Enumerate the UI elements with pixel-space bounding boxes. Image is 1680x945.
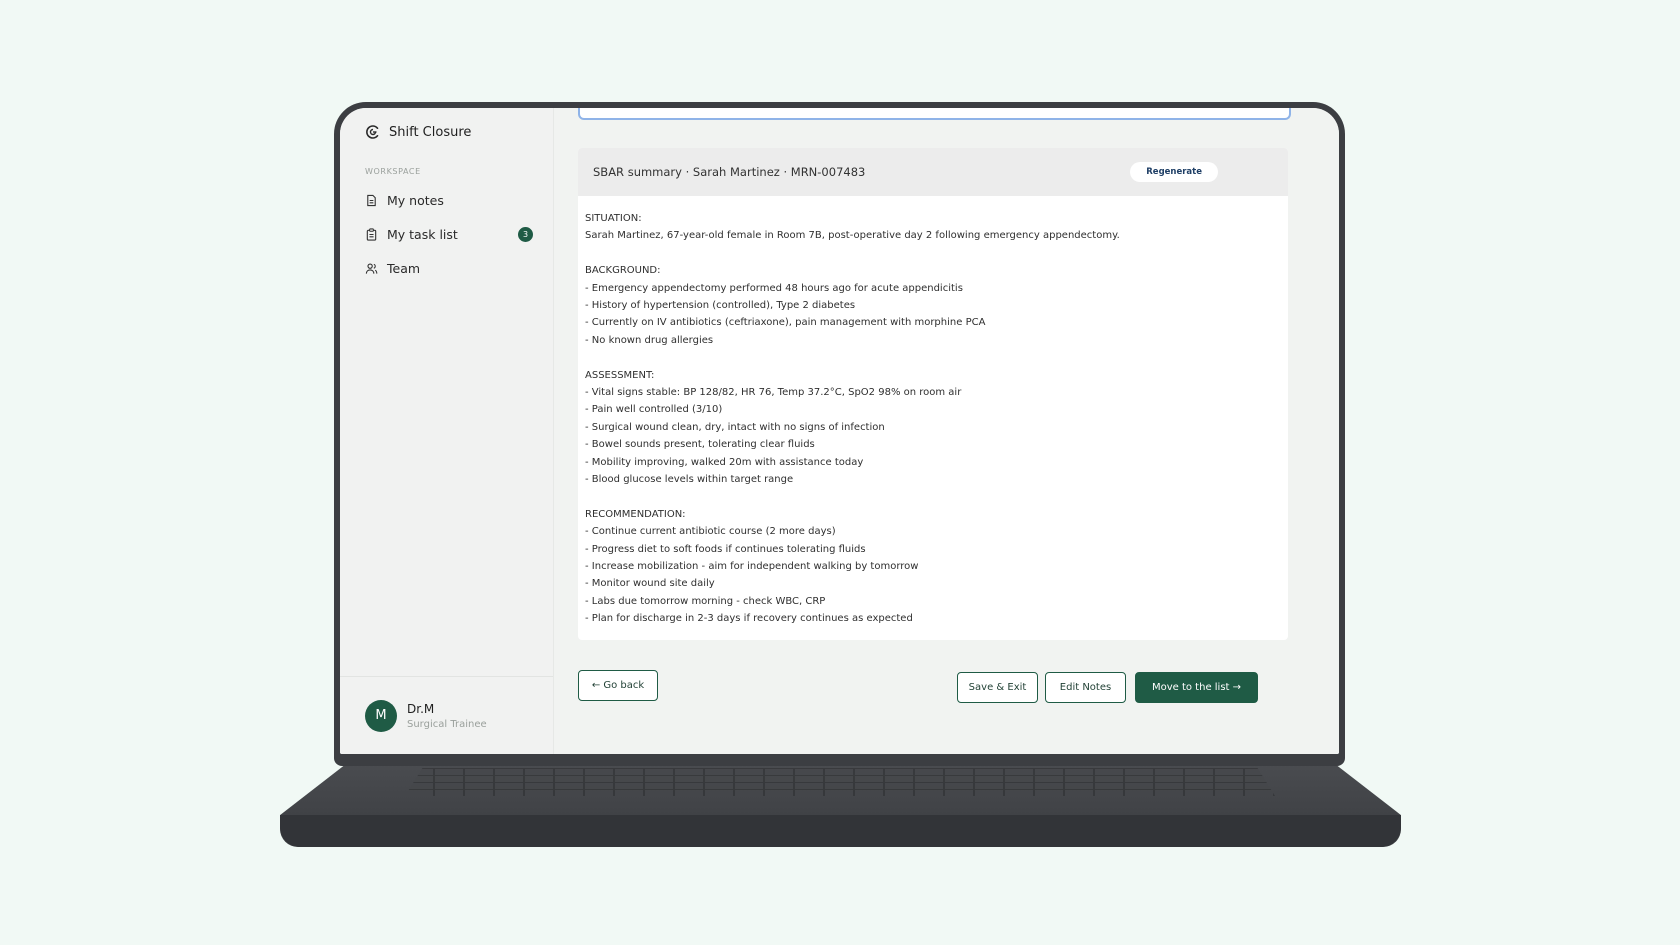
move-to-list-button[interactable]: Move to the list →: [1135, 672, 1258, 703]
sidebar-item-label: Team: [387, 260, 421, 276]
section-line: - Progress diet to soft foods if continu…: [585, 543, 866, 555]
section-line: - Blood glucose levels within target ran…: [585, 474, 794, 486]
workspace-section-label: WORKSPACE: [365, 167, 421, 176]
section-line: - History of hypertension (controlled), …: [585, 300, 856, 312]
sidebar: Shift Closure WORKSPACE My notes My task…: [340, 108, 554, 754]
user-role: Surgical Trainee: [407, 718, 487, 730]
section-line: - Vital signs stable: BP 128/82, HR 76, …: [585, 387, 962, 399]
task-count-badge: 3: [518, 226, 533, 242]
situation-section: SITUATION: Sarah Martinez, 67-year-old f…: [585, 210, 1281, 245]
sbar-summary-card: SBAR summary · Sarah Martinez · MRN-0074…: [578, 148, 1288, 640]
edit-notes-button[interactable]: Edit Notes: [1045, 672, 1126, 703]
laptop-keyboard: [405, 768, 1275, 796]
app-title: Shift Closure: [389, 124, 472, 140]
recommendation-section: RECOMMENDATION: - Continue current antib…: [585, 506, 1281, 628]
sidebar-item-label: My notes: [387, 192, 444, 208]
laptop-lid: Shift Closure WORKSPACE My notes My task…: [334, 102, 1345, 766]
section-line: - Bowel sounds present, tolerating clear…: [585, 439, 815, 451]
section-heading: BACKGROUND:: [585, 265, 661, 277]
sbar-header: SBAR summary · Sarah Martinez · MRN-0074…: [578, 148, 1288, 196]
assessment-section: ASSESSMENT: - Vital signs stable: BP 128…: [585, 367, 1281, 489]
sidebar-nav: My notes My task list 3 Team: [365, 183, 533, 285]
sidebar-item-label: My task list: [387, 226, 458, 242]
sidebar-item-my-notes[interactable]: My notes: [365, 183, 533, 217]
avatar: M: [365, 699, 397, 732]
main-content: SBAR summary · Sarah Martinez · MRN-0074…: [554, 108, 1339, 754]
document-icon: [367, 194, 376, 206]
go-back-button[interactable]: ← Go back: [578, 670, 658, 701]
stage: Shift Closure WORKSPACE My notes My task…: [0, 0, 1680, 945]
user-profile[interactable]: M Dr.M Surgical Trainee: [340, 676, 553, 754]
background-section: BACKGROUND: - Emergency appendectomy per…: [585, 262, 1281, 349]
section-heading: RECOMMENDATION:: [585, 508, 686, 520]
section-line: - Continue current antibiotic course (2 …: [585, 526, 836, 538]
laptop-base-front: [280, 815, 1401, 847]
section-line: - Currently on IV antibiotics (ceftriaxo…: [585, 317, 986, 329]
section-line: - Plan for discharge in 2-3 days if reco…: [585, 613, 913, 625]
previous-card-edge: [578, 108, 1291, 120]
users-icon: [365, 262, 378, 274]
section-line: - No known drug allergies: [585, 334, 714, 346]
app-window: Shift Closure WORKSPACE My notes My task…: [340, 108, 1339, 754]
section-line: - Emergency appendectomy performed 48 ho…: [585, 282, 963, 294]
sbar-body: SITUATION: Sarah Martinez, 67-year-old f…: [578, 196, 1288, 640]
regenerate-button[interactable]: Regenerate: [1130, 162, 1218, 182]
user-info: Dr.M Surgical Trainee: [407, 702, 487, 730]
section-heading: ASSESSMENT:: [585, 369, 655, 381]
section-line: - Monitor wound site daily: [585, 578, 715, 590]
section-line: Sarah Martinez, 67-year-old female in Ro…: [585, 230, 1120, 242]
section-line: - Mobility improving, walked 20m with as…: [585, 456, 864, 468]
section-line: - Increase mobilization - aim for indepe…: [585, 561, 919, 573]
brand[interactable]: Shift Closure: [365, 124, 471, 140]
section-line: - Pain well controlled (3/10): [585, 404, 723, 416]
save-exit-button[interactable]: Save & Exit: [957, 672, 1038, 703]
section-line: - Labs due tomorrow morning - check WBC,…: [585, 595, 826, 607]
section-heading: SITUATION:: [585, 213, 642, 224]
clipboard-icon: [366, 227, 377, 241]
sidebar-item-team[interactable]: Team: [365, 251, 533, 285]
user-name: Dr.M: [407, 701, 435, 716]
sidebar-item-my-task-list[interactable]: My task list 3: [365, 217, 533, 251]
section-line: - Surgical wound clean, dry, intact with…: [585, 421, 885, 433]
app-logo-icon: [366, 125, 379, 139]
sbar-title: SBAR summary · Sarah Martinez · MRN-0074…: [593, 165, 866, 179]
